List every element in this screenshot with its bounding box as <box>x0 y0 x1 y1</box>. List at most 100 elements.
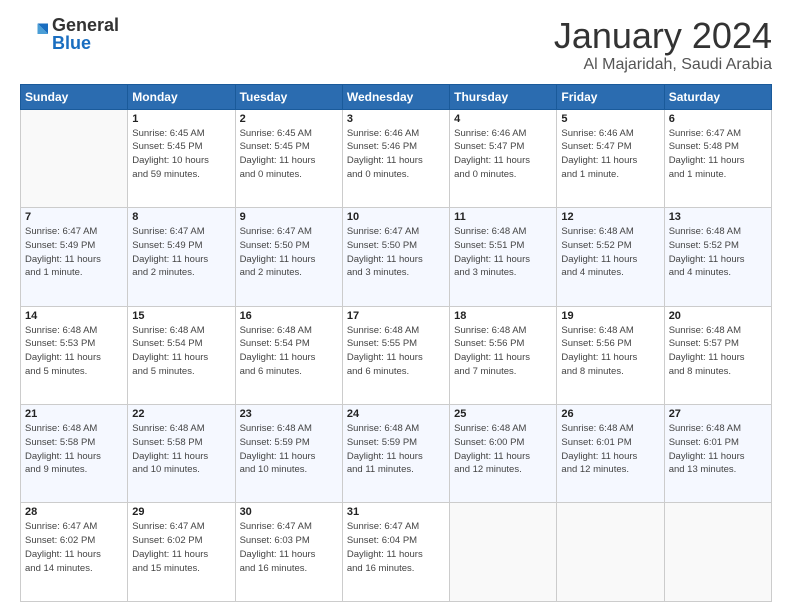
calendar-cell: 30 Sunrise: 6:47 AMSunset: 6:03 PMDayligh… <box>235 503 342 602</box>
calendar-cell: 15 Sunrise: 6:48 AMSunset: 5:54 PMDayligh… <box>128 306 235 404</box>
day-detail: Sunrise: 6:48 AMSunset: 5:57 PMDaylight:… <box>669 324 767 379</box>
day-detail: Sunrise: 6:47 AMSunset: 6:03 PMDaylight:… <box>240 520 338 575</box>
day-number: 16 <box>240 310 338 322</box>
day-number: 31 <box>347 506 445 518</box>
calendar-cell: 18Sunrise: 6:48 AMSunset: 5:56 PMDayligh… <box>450 306 557 404</box>
calendar-cell: 24 Sunrise: 6:48 AMSunset: 5:59 PMDayligh… <box>342 405 449 503</box>
day-number: 2 <box>240 113 338 125</box>
calendar-cell: 13Sunrise: 6:48 AMSunset: 5:52 PMDayligh… <box>664 208 771 306</box>
day-number: 24 <box>347 408 445 420</box>
day-number: 14 <box>25 310 123 322</box>
calendar-table: SundayMondayTuesdayWednesdayThursdayFrid… <box>20 84 772 602</box>
calendar-cell: 10 Sunrise: 6:47 AMSunset: 5:50 PMDayligh… <box>342 208 449 306</box>
header-day: Sunday <box>21 84 128 109</box>
calendar-cell: 22Sunrise: 6:48 AMSunset: 5:58 PMDayligh… <box>128 405 235 503</box>
calendar-cell: 25 Sunrise: 6:48 AMSunset: 6:00 PMDayligh… <box>450 405 557 503</box>
header-day: Tuesday <box>235 84 342 109</box>
calendar-cell: 4 Sunrise: 6:46 AMSunset: 5:47 PMDaylight… <box>450 109 557 207</box>
day-detail: Sunrise: 6:46 AMSunset: 5:47 PMDaylight:… <box>454 127 552 182</box>
day-number: 12 <box>561 211 659 223</box>
day-detail: Sunrise: 6:48 AMSunset: 5:53 PMDaylight:… <box>25 324 123 379</box>
header-row: SundayMondayTuesdayWednesdayThursdayFrid… <box>21 84 772 109</box>
day-number: 17 <box>347 310 445 322</box>
day-number: 19 <box>561 310 659 322</box>
calendar-cell: 28Sunrise: 6:47 AMSunset: 6:02 PMDayligh… <box>21 503 128 602</box>
calendar-cell: 8 Sunrise: 6:47 AMSunset: 5:49 PMDaylight… <box>128 208 235 306</box>
calendar-week-row: 7 Sunrise: 6:47 AMSunset: 5:49 PMDaylight… <box>21 208 772 306</box>
calendar-cell: 7 Sunrise: 6:47 AMSunset: 5:49 PMDaylight… <box>21 208 128 306</box>
calendar-week-row: 14 Sunrise: 6:48 AMSunset: 5:53 PMDayligh… <box>21 306 772 404</box>
day-number: 21 <box>25 408 123 420</box>
day-number: 8 <box>132 211 230 223</box>
calendar-cell <box>664 503 771 602</box>
calendar-week-row: 1 Sunrise: 6:45 AMSunset: 5:45 PMDaylight… <box>21 109 772 207</box>
header-day: Wednesday <box>342 84 449 109</box>
calendar-cell: 17Sunrise: 6:48 AMSunset: 5:55 PMDayligh… <box>342 306 449 404</box>
day-detail: Sunrise: 6:46 AMSunset: 5:46 PMDaylight:… <box>347 127 445 182</box>
day-number: 1 <box>132 113 230 125</box>
day-number: 28 <box>25 506 123 518</box>
day-number: 20 <box>669 310 767 322</box>
calendar-cell: 2 Sunrise: 6:45 AMSunset: 5:45 PMDaylight… <box>235 109 342 207</box>
day-number: 3 <box>347 113 445 125</box>
day-number: 10 <box>347 211 445 223</box>
day-detail: Sunrise: 6:48 AMSunset: 5:54 PMDaylight:… <box>132 324 230 379</box>
logo-blue: Blue <box>52 33 91 53</box>
header-day: Saturday <box>664 84 771 109</box>
day-number: 9 <box>240 211 338 223</box>
calendar-cell <box>450 503 557 602</box>
calendar-week-row: 21 Sunrise: 6:48 AMSunset: 5:58 PMDayligh… <box>21 405 772 503</box>
day-detail: Sunrise: 6:48 AMSunset: 6:00 PMDaylight:… <box>454 422 552 477</box>
day-detail: Sunrise: 6:48 AMSunset: 5:56 PMDaylight:… <box>561 324 659 379</box>
day-detail: Sunrise: 6:47 AMSunset: 5:48 PMDaylight:… <box>669 127 767 182</box>
calendar-cell: 12 Sunrise: 6:48 AMSunset: 5:52 PMDayligh… <box>557 208 664 306</box>
calendar-cell: 26 Sunrise: 6:48 AMSunset: 6:01 PMDayligh… <box>557 405 664 503</box>
day-number: 11 <box>454 211 552 223</box>
subtitle: Al Majaridah, Saudi Arabia <box>554 56 772 74</box>
calendar-cell <box>21 109 128 207</box>
day-number: 30 <box>240 506 338 518</box>
calendar-cell <box>557 503 664 602</box>
day-detail: Sunrise: 6:48 AMSunset: 5:59 PMDaylight:… <box>347 422 445 477</box>
day-detail: Sunrise: 6:48 AMSunset: 5:56 PMDaylight:… <box>454 324 552 379</box>
day-number: 4 <box>454 113 552 125</box>
day-detail: Sunrise: 6:47 AMSunset: 5:49 PMDaylight:… <box>25 225 123 280</box>
day-number: 7 <box>25 211 123 223</box>
day-detail: Sunrise: 6:47 AMSunset: 5:49 PMDaylight:… <box>132 225 230 280</box>
header-day: Thursday <box>450 84 557 109</box>
day-number: 15 <box>132 310 230 322</box>
header-day: Monday <box>128 84 235 109</box>
calendar-cell: 3 Sunrise: 6:46 AMSunset: 5:46 PMDaylight… <box>342 109 449 207</box>
day-detail: Sunrise: 6:48 AMSunset: 5:51 PMDaylight:… <box>454 225 552 280</box>
day-detail: Sunrise: 6:48 AMSunset: 5:59 PMDaylight:… <box>240 422 338 477</box>
calendar-cell: 19 Sunrise: 6:48 AMSunset: 5:56 PMDayligh… <box>557 306 664 404</box>
day-number: 27 <box>669 408 767 420</box>
logo-general: General <box>52 15 119 35</box>
day-number: 23 <box>240 408 338 420</box>
day-detail: Sunrise: 6:47 AMSunset: 6:02 PMDaylight:… <box>132 520 230 575</box>
day-detail: Sunrise: 6:45 AMSunset: 5:45 PMDaylight:… <box>240 127 338 182</box>
day-detail: Sunrise: 6:48 AMSunset: 5:58 PMDaylight:… <box>132 422 230 477</box>
day-detail: Sunrise: 6:48 AMSunset: 5:52 PMDaylight:… <box>561 225 659 280</box>
calendar-cell: 31Sunrise: 6:47 AMSunset: 6:04 PMDayligh… <box>342 503 449 602</box>
calendar-cell: 11 Sunrise: 6:48 AMSunset: 5:51 PMDayligh… <box>450 208 557 306</box>
day-detail: Sunrise: 6:45 AMSunset: 5:45 PMDaylight:… <box>132 127 230 182</box>
day-number: 25 <box>454 408 552 420</box>
calendar-cell: 27Sunrise: 6:48 AMSunset: 6:01 PMDayligh… <box>664 405 771 503</box>
day-detail: Sunrise: 6:48 AMSunset: 6:01 PMDaylight:… <box>561 422 659 477</box>
day-detail: Sunrise: 6:47 AMSunset: 5:50 PMDaylight:… <box>347 225 445 280</box>
title-block: January 2024 Al Majaridah, Saudi Arabia <box>554 16 772 74</box>
day-number: 5 <box>561 113 659 125</box>
header: General Blue January 2024 Al Majaridah, … <box>20 16 772 74</box>
day-number: 26 <box>561 408 659 420</box>
calendar-cell: 20 Sunrise: 6:48 AMSunset: 5:57 PMDayligh… <box>664 306 771 404</box>
day-number: 6 <box>669 113 767 125</box>
calendar-week-row: 28 Sunrise: 6:47 AMSunset: 6:02 PMDayligh… <box>21 503 772 602</box>
logo: General Blue <box>20 16 119 52</box>
logo-text: General Blue <box>52 16 119 52</box>
header-day: Friday <box>557 84 664 109</box>
day-detail: Sunrise: 6:47 AMSunset: 5:50 PMDaylight:… <box>240 225 338 280</box>
calendar-cell: 6 Sunrise: 6:47 AMSunset: 5:48 PMDaylight… <box>664 109 771 207</box>
calendar-cell: 23 Sunrise: 6:48 AMSunset: 5:59 PMDayligh… <box>235 405 342 503</box>
day-detail: Sunrise: 6:48 AMSunset: 5:58 PMDaylight:… <box>25 422 123 477</box>
